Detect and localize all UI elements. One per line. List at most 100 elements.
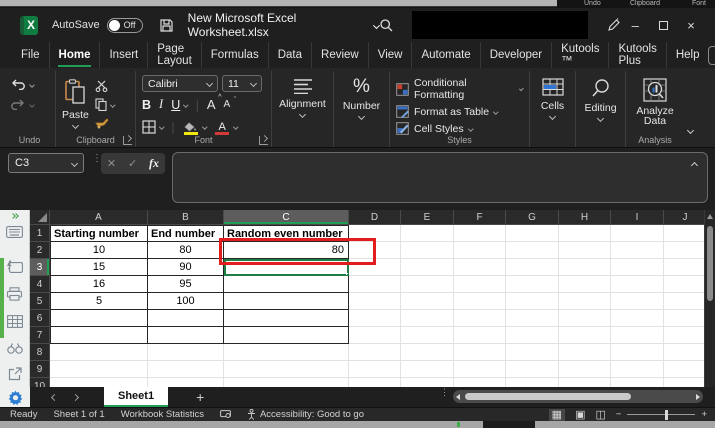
- cell-H5[interactable]: [559, 293, 611, 310]
- autosave-toggle[interactable]: Off: [107, 18, 143, 33]
- cell-A7[interactable]: [50, 327, 148, 344]
- cell-D4[interactable]: [349, 276, 401, 293]
- zoom-slider-handle[interactable]: [665, 410, 669, 420]
- cell-A3[interactable]: 15: [50, 259, 148, 276]
- search-icon[interactable]: [379, 18, 394, 33]
- cancel-entry-icon[interactable]: ✕: [107, 157, 116, 170]
- tabbar-resize-handle[interactable]: ⋮: [440, 390, 444, 395]
- cell-I8[interactable]: [611, 344, 664, 361]
- cell-D6[interactable]: [349, 310, 401, 327]
- cell-E9[interactable]: [401, 361, 454, 378]
- vertical-scroll-thumb[interactable]: [707, 226, 713, 301]
- format-as-table-button[interactable]: Format as Table: [396, 105, 523, 118]
- cell-H7[interactable]: [559, 327, 611, 344]
- fill-handle[interactable]: [346, 273, 349, 276]
- comments-button[interactable]: [708, 46, 715, 65]
- tab-developer[interactable]: Developer: [481, 42, 552, 68]
- insert-function-button[interactable]: fx: [149, 156, 159, 171]
- cell-D5[interactable]: [349, 293, 401, 310]
- cell-C10[interactable]: [224, 378, 349, 387]
- column-header-B[interactable]: B: [148, 210, 224, 225]
- increase-font-button[interactable]: A^: [207, 97, 216, 112]
- cell-E3[interactable]: [401, 259, 454, 276]
- minimize-button[interactable]: –: [621, 18, 649, 33]
- cell-A10[interactable]: [50, 378, 148, 387]
- row-header-9[interactable]: 9: [30, 361, 50, 378]
- cell-J7[interactable]: [664, 327, 707, 344]
- cell-A8[interactable]: [50, 344, 148, 361]
- zoom-in-button[interactable]: +: [701, 409, 707, 420]
- cell-D9[interactable]: [349, 361, 401, 378]
- font-name-combo[interactable]: Calibri: [142, 75, 218, 92]
- tab-review[interactable]: Review: [312, 42, 369, 68]
- fill-color-button[interactable]: [183, 119, 207, 135]
- sidebar-form-icon[interactable]: [6, 260, 23, 273]
- sidebar-printer-icon[interactable]: [6, 287, 23, 301]
- tab-file[interactable]: File: [12, 42, 50, 68]
- sidebar-export-icon[interactable]: [8, 367, 22, 381]
- scroll-up-icon[interactable]: [707, 214, 713, 219]
- formula-bar-collapse-icon[interactable]: [691, 162, 698, 169]
- cell-B3[interactable]: 90: [148, 259, 224, 276]
- formula-bar-drag-handle[interactable]: ⋮: [92, 156, 96, 161]
- vertical-scrollbar[interactable]: [704, 210, 715, 387]
- cell-J3[interactable]: [664, 259, 707, 276]
- cell-J10[interactable]: [664, 378, 707, 387]
- column-header-F[interactable]: F: [454, 210, 506, 225]
- conditional-formatting-button[interactable]: Conditional Formatting: [396, 77, 523, 101]
- cell-H8[interactable]: [559, 344, 611, 361]
- cell-G1[interactable]: [506, 225, 559, 242]
- cell-A9[interactable]: [50, 361, 148, 378]
- italic-button[interactable]: I: [159, 97, 163, 112]
- cell-I9[interactable]: [611, 361, 664, 378]
- cell-A1[interactable]: Starting number: [50, 225, 148, 242]
- cell-J8[interactable]: [664, 344, 707, 361]
- cell-E10[interactable]: [401, 378, 454, 387]
- tab-page-layout[interactable]: Page Layout: [148, 42, 202, 68]
- cell-B9[interactable]: [148, 361, 224, 378]
- cell-F4[interactable]: [454, 276, 506, 293]
- cell-F8[interactable]: [454, 344, 506, 361]
- cell-E7[interactable]: [401, 327, 454, 344]
- cell-D10[interactable]: [349, 378, 401, 387]
- cell-I7[interactable]: [611, 327, 664, 344]
- cell-C2[interactable]: 80: [224, 242, 349, 259]
- cell-I4[interactable]: [611, 276, 664, 293]
- tab-kutools[interactable]: Kutools ™: [552, 42, 609, 68]
- cell-A4[interactable]: 16: [50, 276, 148, 293]
- row-header-8[interactable]: 8: [30, 344, 50, 361]
- sidebar-keyboard-icon[interactable]: [6, 226, 23, 238]
- row-header-4[interactable]: 4: [30, 276, 50, 293]
- tab-help[interactable]: Help: [667, 42, 709, 68]
- sidebar-expand-icon[interactable]: [11, 214, 18, 218]
- column-header-G[interactable]: G: [506, 210, 559, 225]
- prev-sheet-icon[interactable]: [51, 393, 58, 400]
- maximize-button[interactable]: [649, 18, 677, 33]
- cell-H9[interactable]: [559, 361, 611, 378]
- cell-F9[interactable]: [454, 361, 506, 378]
- cell-J9[interactable]: [664, 361, 707, 378]
- zoom-out-button[interactable]: −: [616, 409, 622, 420]
- document-title[interactable]: New Microsoft Excel Worksheet.xlsx: [188, 11, 379, 39]
- cell-H10[interactable]: [559, 378, 611, 387]
- clipboard-dialog-launcher-icon[interactable]: [123, 136, 132, 145]
- scroll-left-icon[interactable]: [456, 394, 460, 400]
- tab-data[interactable]: Data: [269, 42, 312, 68]
- row-header-10[interactable]: 10: [30, 378, 50, 387]
- page-break-view-button[interactable]: ◫: [595, 409, 605, 421]
- copy-icon[interactable]: [95, 98, 115, 111]
- cell-A6[interactable]: [50, 310, 148, 327]
- cell-G4[interactable]: [506, 276, 559, 293]
- cut-icon[interactable]: [95, 80, 115, 92]
- settings-gear-icon[interactable]: [8, 390, 23, 405]
- cell-E6[interactable]: [401, 310, 454, 327]
- ribbon-collapse-button[interactable]: [684, 71, 701, 147]
- tab-insert[interactable]: Insert: [100, 42, 148, 68]
- redo-button[interactable]: [10, 99, 49, 110]
- cell-A2[interactable]: 10: [50, 242, 148, 259]
- analyze-data-button[interactable]: Analyze Data: [632, 73, 678, 126]
- horizontal-scroll-thumb[interactable]: [465, 393, 631, 400]
- column-header-C[interactable]: C: [224, 210, 349, 225]
- scroll-right-icon[interactable]: [696, 394, 700, 400]
- cell-G10[interactable]: [506, 378, 559, 387]
